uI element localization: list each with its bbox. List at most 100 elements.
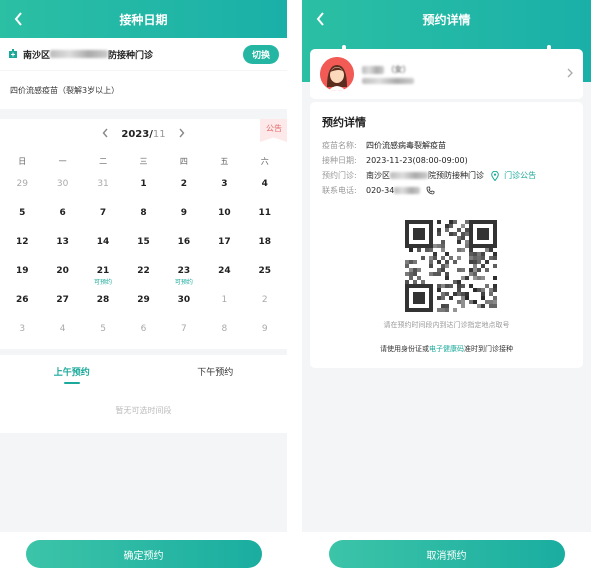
calendar-day[interactable]: 22 xyxy=(123,260,163,289)
calendar-day[interactable]: 18 xyxy=(245,231,285,260)
redacted-text xyxy=(362,65,384,74)
calendar-day[interactable]: 11 xyxy=(245,202,285,231)
user-name-row: （女） xyxy=(362,64,414,75)
page-title: 接种日期 xyxy=(119,12,168,27)
day-number: 23 xyxy=(177,266,191,276)
calendar-day[interactable]: 26 xyxy=(2,289,42,318)
weekday-label: 日 xyxy=(18,156,27,166)
calendar-day[interactable]: 20 xyxy=(42,260,82,289)
calendar-day[interactable]: 4 xyxy=(245,173,285,202)
calendar-day[interactable]: 1 xyxy=(123,173,163,202)
day-number: 29 xyxy=(16,179,28,189)
available-label: 可预约 xyxy=(174,279,193,286)
calendar: 公告 2023/11 日一二三四五六 29 30 31 1 2 3 4 5 6 7 8 9 10 11 12… xyxy=(0,119,287,349)
hint-text: 准时到门诊接种 xyxy=(464,345,513,353)
redacted-text xyxy=(362,78,414,84)
redacted-text xyxy=(390,172,428,179)
day-number: 26 xyxy=(15,295,29,305)
phone-row: 联系电话: 020-34 xyxy=(322,183,571,198)
calendar-day[interactable]: 25 xyxy=(245,260,285,289)
calendar-day[interactable]: 10 xyxy=(204,202,244,231)
calendar-day[interactable]: 15 xyxy=(123,231,163,260)
day-number: 17 xyxy=(218,237,231,247)
calendar-day[interactable]: 29 xyxy=(123,289,163,318)
health-code-link[interactable]: 电子健康码 xyxy=(429,345,464,353)
calendar-day[interactable]: 16 xyxy=(164,231,204,260)
user-card[interactable]: （女） xyxy=(310,45,583,99)
weekday-label: 三 xyxy=(139,156,148,166)
day-number: 6 xyxy=(140,324,147,334)
day-number: 2 xyxy=(261,295,268,305)
vaccine-name: 四价流感疫苗（裂解3岁以上） xyxy=(10,85,120,95)
id-hint: 请使用身份证或电子健康码准时到门诊接种 xyxy=(310,344,583,354)
clinic-suffix: 院预防接种门诊 xyxy=(428,171,484,180)
weekday-label: 二 xyxy=(99,156,108,166)
chevron-left-icon xyxy=(102,128,108,138)
calendar-day[interactable]: 9 xyxy=(164,202,204,231)
avatar-woman-icon xyxy=(320,57,354,91)
calendar-day[interactable]: 6 xyxy=(42,202,82,231)
clinic-name-suffix: 防接种门诊 xyxy=(108,50,154,61)
day-number: 19 xyxy=(15,266,29,276)
cancel-appointment-button[interactable]: 取消预约 xyxy=(328,540,565,568)
next-month-button[interactable] xyxy=(178,127,185,141)
calendar-day[interactable]: 23 可预约 xyxy=(164,260,204,289)
calendar-day[interactable]: 21 可预约 xyxy=(83,260,123,289)
calendar-year: 2023/ xyxy=(121,128,153,140)
day-grid: 29 30 31 1 2 3 4 5 6 7 8 9 10 11 12 13 14 15 16 17 18 19 20 21 可… xyxy=(0,173,287,347)
calendar-day[interactable]: 14 xyxy=(83,231,123,260)
confirm-button[interactable]: 确定预约 xyxy=(25,540,262,568)
location-icon[interactable] xyxy=(490,170,499,181)
calendar-day: 5 xyxy=(83,318,123,347)
bottom-bar: 确定预约 xyxy=(0,532,287,576)
calendar-day[interactable]: 30 xyxy=(164,289,204,318)
field-label: 联系电话: xyxy=(322,186,357,195)
clinic-name-prefix: 南沙区 xyxy=(23,50,51,61)
phone-icon[interactable] xyxy=(426,186,435,195)
day-number: 1 xyxy=(140,179,147,189)
calendar-day[interactable]: 2 xyxy=(164,173,204,202)
weekday-label: 六 xyxy=(260,156,269,166)
calendar-day[interactable]: 5 xyxy=(2,202,42,231)
chevron-left-icon xyxy=(316,12,324,26)
date-row: 接种日期: 2023-11-23(08:00-09:00) xyxy=(322,153,571,168)
user-gender: （女） xyxy=(386,65,411,74)
prev-month-button[interactable] xyxy=(102,127,109,141)
calendar-day[interactable]: 27 xyxy=(42,289,82,318)
qr-code xyxy=(405,220,497,312)
clinic-row: 预约门诊: 南沙区 院预防接种门诊 门诊公告 xyxy=(322,168,571,183)
calendar-day[interactable]: 19 xyxy=(2,260,42,289)
calendar-day[interactable]: 17 xyxy=(204,231,244,260)
calendar-day[interactable]: 28 xyxy=(83,289,123,318)
back-button[interactable] xyxy=(312,9,328,29)
avatar xyxy=(320,57,354,91)
calendar-day[interactable]: 24 xyxy=(204,260,244,289)
detail-card: 预约详情 疫苗名称: 四价流感病毒裂解疫苗 接种日期: 2023-11-23(0… xyxy=(310,102,583,368)
weekday-label: 一 xyxy=(58,156,67,166)
day-number: 4 xyxy=(59,324,66,334)
back-button[interactable] xyxy=(10,9,26,29)
chevron-right-icon xyxy=(567,68,573,81)
calendar-day: 1 xyxy=(204,289,244,318)
month-selector: 2023/11 xyxy=(0,119,287,149)
card-pin xyxy=(547,45,551,53)
calendar-day[interactable]: 12 xyxy=(2,231,42,260)
calendar-day: 9 xyxy=(245,318,285,347)
day-number: 6 xyxy=(59,208,66,218)
switch-clinic-button[interactable]: 切换 xyxy=(242,44,279,64)
tab-afternoon[interactable]: 下午预约 xyxy=(144,355,288,387)
tab-morning[interactable]: 上午预约 xyxy=(0,355,144,387)
calendar-day[interactable]: 13 xyxy=(42,231,82,260)
clinic-notice-link[interactable]: 门诊公告 xyxy=(504,171,536,180)
calendar-day[interactable]: 8 xyxy=(123,202,163,231)
calendar-day[interactable]: 3 xyxy=(204,173,244,202)
day-number: 30 xyxy=(177,295,191,305)
phone-prefix: 020-34 xyxy=(366,186,395,195)
header: 预约详情 xyxy=(302,0,591,38)
day-number: 10 xyxy=(218,208,231,218)
clinic-value: 南沙区 院预防接种门诊 门诊公告 xyxy=(366,168,571,183)
calendar-day: 6 xyxy=(123,318,163,347)
available-label: 可预约 xyxy=(94,279,113,286)
calendar-day[interactable]: 7 xyxy=(83,202,123,231)
day-number: 18 xyxy=(258,237,272,247)
